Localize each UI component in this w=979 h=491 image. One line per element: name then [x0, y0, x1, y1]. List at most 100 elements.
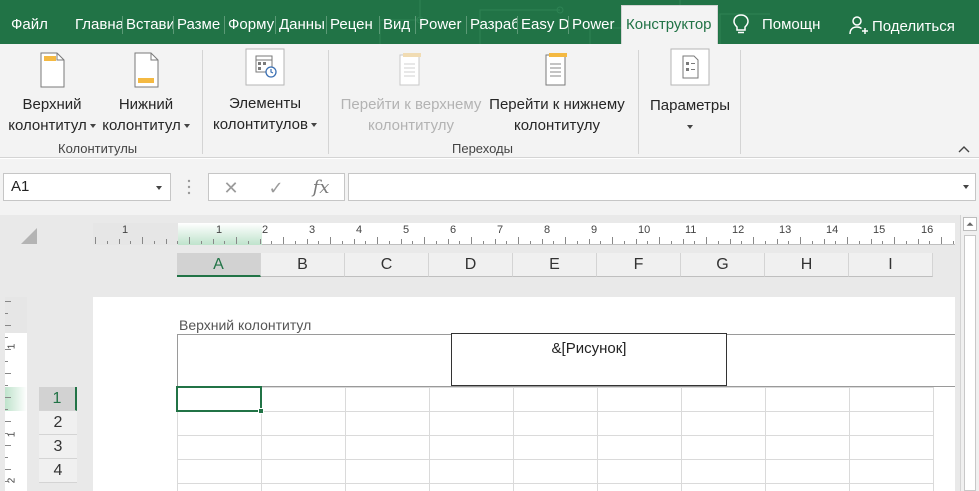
ruler-tick: [823, 239, 825, 244]
column-header-i[interactable]: I: [849, 253, 933, 277]
ruler-tick: [353, 239, 355, 244]
column-header-a[interactable]: A: [177, 253, 261, 277]
ruler-number: 7: [497, 224, 504, 236]
select-all-corner[interactable]: [20, 227, 38, 245]
ruler-tick: [447, 239, 449, 244]
tab-data[interactable]: Данны: [276, 6, 326, 44]
ruler-tick: [835, 241, 837, 244]
tab-power-2[interactable]: Power: [569, 6, 619, 44]
parameters-button[interactable]: Параметры: [646, 48, 734, 137]
name-box[interactable]: A1: [3, 173, 171, 201]
parameters-label: Параметры: [650, 97, 730, 114]
tab-constructor[interactable]: Конструктор: [621, 5, 718, 44]
ruler-tick: [200, 241, 202, 244]
ruler-tick: [670, 241, 672, 244]
ruler-tick: [236, 237, 237, 244]
ruler-tick: [153, 241, 155, 244]
ruler-highlight: [5, 387, 27, 411]
ruler-tick: [952, 241, 954, 244]
tab-review[interactable]: Рецен: [327, 6, 379, 44]
ruler-number: 11: [685, 224, 697, 236]
chevron-down-icon[interactable]: [156, 186, 162, 190]
tab-easy-d[interactable]: Easy D: [518, 6, 568, 44]
grid-line-horizontal: [177, 459, 933, 460]
grid-line-vertical: [765, 387, 766, 491]
ruler-tick: [941, 237, 942, 244]
footer-button[interactable]: Нижний колонтитул: [100, 52, 192, 136]
ruler-tick: [729, 239, 731, 244]
grid-line-horizontal: [177, 483, 933, 484]
tab-insert[interactable]: Встави: [123, 6, 173, 44]
ruler-tick: [682, 239, 684, 244]
drag-handle-icon[interactable]: [186, 177, 192, 197]
grid-line-vertical: [681, 387, 682, 491]
column-header-h[interactable]: H: [765, 253, 849, 277]
vertical-scrollbar[interactable]: [960, 215, 979, 491]
insert-function-icon[interactable]: fx: [309, 177, 333, 199]
ruler-tick: [776, 239, 778, 244]
ruler-tick: [5, 421, 11, 422]
ruler-tick: [800, 237, 801, 244]
collapse-ribbon-icon[interactable]: [957, 144, 971, 154]
tab-formulas[interactable]: Форму: [225, 6, 275, 44]
ruler-tick: [541, 239, 543, 244]
chevron-down-icon: [310, 123, 317, 128]
row-header-1[interactable]: 1: [39, 387, 77, 411]
tab-page-layout[interactable]: Разме: [174, 6, 224, 44]
ruler-tick: [118, 239, 120, 244]
column-header-b[interactable]: B: [261, 253, 345, 277]
footer-button-label-2-wrap: колонтитул: [100, 115, 192, 136]
header-footer-elements-button[interactable]: Элементы колонтитулов: [207, 48, 323, 135]
goto-footer-button[interactable]: Перейти к нижнему колонтитулу: [484, 52, 630, 136]
column-header-f[interactable]: F: [597, 253, 681, 277]
goto-header-button[interactable]: Перейти к верхнему колонтитулу: [336, 52, 486, 136]
ruler-tick: [189, 237, 190, 244]
tab-home[interactable]: Главна: [72, 6, 122, 44]
ruler-tick: [494, 239, 496, 244]
tab-developer[interactable]: Разраб: [467, 6, 517, 44]
ruler-number: 8: [544, 224, 551, 236]
ruler-tick: [400, 239, 402, 244]
formula-bar: A1 ✕ ✓ fx: [0, 159, 979, 215]
scroll-up-icon[interactable]: [963, 217, 977, 231]
grid-line-horizontal: [177, 435, 933, 436]
scroll-thumb[interactable]: [964, 235, 976, 491]
calendar-clock-icon: [245, 48, 285, 86]
ruler-tick: [177, 241, 179, 244]
goto-footer-label-2: колонтитулу: [513, 117, 600, 134]
header-center-text[interactable]: &[Рисунок]: [452, 340, 726, 357]
ruler-tick: [95, 237, 96, 244]
column-header-e[interactable]: E: [513, 253, 597, 277]
formula-buttons: ✕ ✓ fx: [208, 173, 345, 201]
enter-check-icon[interactable]: ✓: [264, 177, 288, 199]
share-person-icon[interactable]: [848, 15, 870, 35]
cancel-icon[interactable]: ✕: [219, 177, 243, 199]
ruler-tick: [576, 241, 578, 244]
share-button[interactable]: Поделиться: [872, 8, 972, 44]
help-search-label[interactable]: Помощн: [762, 6, 832, 44]
grid-line-horizontal: [177, 387, 933, 388]
fill-handle[interactable]: [258, 408, 264, 414]
column-header-d[interactable]: D: [429, 253, 513, 277]
grid-line-vertical: [345, 387, 346, 491]
row-header-2[interactable]: 2: [39, 411, 77, 435]
tab-file[interactable]: Файл: [8, 6, 58, 44]
formula-input[interactable]: [348, 173, 976, 201]
row-header-3[interactable]: 3: [39, 435, 77, 459]
ruler-number: 1: [122, 224, 129, 236]
column-header-g[interactable]: G: [681, 253, 765, 277]
header-center-section[interactable]: &[Рисунок]: [451, 333, 727, 386]
ruler-number: 14: [826, 224, 839, 236]
grid-line-horizontal: [177, 411, 933, 412]
lightbulb-icon[interactable]: [731, 13, 751, 35]
ruler-tick: [5, 469, 11, 470]
active-cell-a1[interactable]: [176, 386, 262, 412]
chevron-down-icon[interactable]: [963, 185, 969, 189]
column-header-c[interactable]: C: [345, 253, 429, 277]
tab-view[interactable]: Вид: [380, 6, 415, 44]
row-header-4[interactable]: 4: [39, 459, 77, 483]
header-button-label-2: колонтитул: [8, 117, 87, 134]
ruler-tick: [365, 241, 367, 244]
header-button[interactable]: Верхний колонтитул: [6, 52, 98, 136]
tab-power-1[interactable]: Power: [416, 6, 466, 44]
